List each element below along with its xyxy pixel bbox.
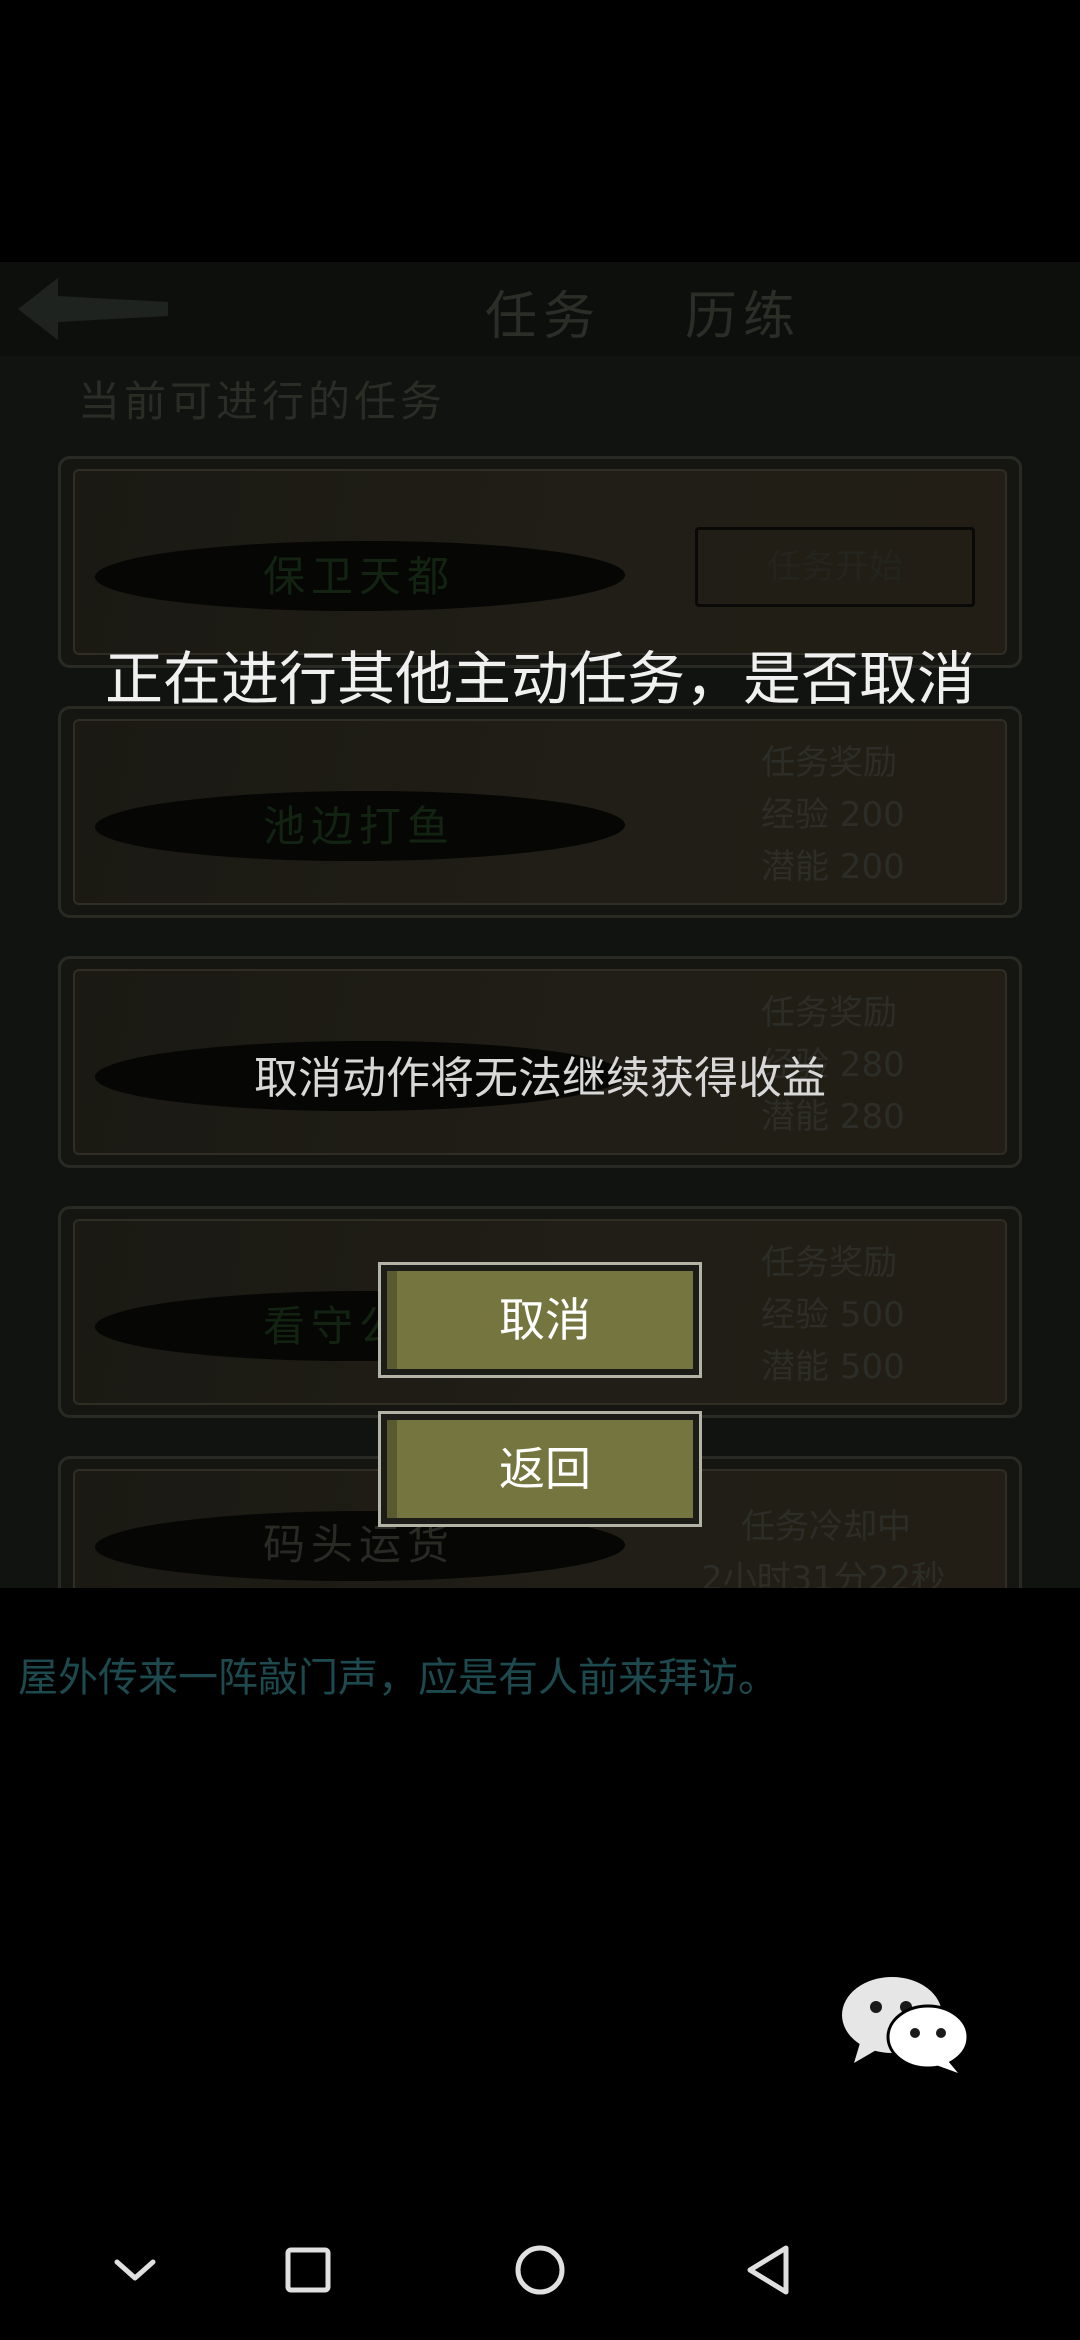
wechat-icon[interactable]	[840, 1975, 970, 2075]
circle-home-icon[interactable]	[500, 2230, 580, 2310]
cancel-button[interactable]: 取消	[378, 1262, 702, 1378]
return-button[interactable]: 返回	[378, 1411, 702, 1527]
chevron-down-icon[interactable]	[95, 2230, 175, 2310]
square-recents-icon[interactable]	[268, 2230, 348, 2310]
cancel-button-label: 取消	[387, 1271, 693, 1369]
dialog-message: 取消动作将无法继续获得收益	[254, 1053, 826, 1104]
system-nav-bar	[0, 2200, 1080, 2340]
return-button-label: 返回	[387, 1420, 693, 1518]
triangle-back-icon[interactable]	[730, 2230, 810, 2310]
dialog-title: 正在进行其他主动任务，是否取消	[104, 645, 975, 713]
